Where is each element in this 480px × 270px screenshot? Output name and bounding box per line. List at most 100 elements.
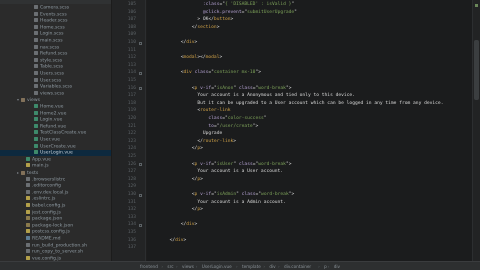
tree-file-item[interactable]: .eslintrc.js bbox=[0, 196, 111, 202]
fold-marker-icon[interactable] bbox=[139, 193, 142, 197]
tree-file-item[interactable]: README.md bbox=[0, 236, 111, 242]
code-token-txt: > bbox=[219, 55, 223, 61]
code-line[interactable]: <div class="container mx-10"> bbox=[181, 70, 261, 76]
tree-file-item[interactable]: Users.scss bbox=[0, 71, 111, 77]
code-editor[interactable]: :class="{ 'DISABLED' : isValid }" @click.… bbox=[147, 0, 472, 261]
file-icon bbox=[34, 18, 38, 23]
code-token-str: word-break bbox=[258, 161, 286, 167]
tree-file-item[interactable]: .env.dev.local.js bbox=[0, 189, 111, 196]
tree-file-item[interactable]: User.vue bbox=[0, 137, 111, 143]
code-line[interactable]: Upgrade bbox=[203, 131, 222, 137]
chevron-right-icon: › bbox=[195, 264, 198, 269]
code-line[interactable]: to="/user/create"> bbox=[208, 124, 258, 130]
breadcrumb-item[interactable]: src bbox=[167, 264, 173, 269]
tree-file-item[interactable]: Events.scss bbox=[0, 11, 111, 18]
tree-file-item[interactable]: User.scss bbox=[0, 77, 111, 84]
fold-marker-icon[interactable] bbox=[139, 223, 142, 227]
fold-marker-icon[interactable] bbox=[139, 163, 142, 167]
tree-file-item[interactable]: main.scss bbox=[0, 38, 111, 44]
code-line[interactable]: <p v-if="isAnon" class="word-break"> bbox=[192, 86, 292, 92]
code-line[interactable]: Your account is a Admin account. bbox=[197, 200, 286, 206]
tree-folder-item[interactable]: ▸ tests bbox=[0, 170, 111, 176]
breadcrumb-item[interactable]: views bbox=[182, 264, 194, 269]
tree-file-item[interactable]: Home2.vue bbox=[0, 110, 111, 117]
chevron-right-icon: › bbox=[176, 264, 178, 269]
tree-file-item[interactable]: Camera.scss bbox=[0, 5, 111, 11]
code-line[interactable]: Your account is a Anonymous and tied onl… bbox=[197, 93, 355, 99]
vue-icon bbox=[34, 137, 38, 141]
tree-item-label: Login.vue bbox=[40, 117, 63, 123]
tree-file-item[interactable]: Home.scss bbox=[0, 24, 111, 31]
code-line[interactable]: </p> bbox=[192, 177, 203, 183]
code-line[interactable]: </div> bbox=[181, 40, 198, 46]
tree-folder-item[interactable]: ▾ views bbox=[0, 97, 111, 103]
code-line[interactable]: </p> bbox=[192, 146, 203, 152]
fold-marker-icon[interactable] bbox=[139, 71, 142, 75]
tree-file-item[interactable]: run_copy_to_server.sh bbox=[0, 249, 111, 255]
scrollbar-thumb[interactable] bbox=[474, 40, 479, 100]
tree-file-item[interactable]: Variables.scss bbox=[0, 84, 111, 90]
tree-file-item[interactable]: package-lock.json bbox=[0, 222, 111, 229]
breadcrumb-item[interactable]: p bbox=[324, 264, 327, 269]
breadcrumb-item[interactable]: template bbox=[242, 264, 261, 269]
tree-file-item[interactable]: Home.vue bbox=[0, 104, 111, 110]
code-token-txt: "> bbox=[255, 70, 261, 76]
breadcrumb-item[interactable]: div bbox=[334, 264, 340, 269]
tree-file-item[interactable]: nav.scss bbox=[0, 44, 111, 51]
code-line[interactable]: But it can be upgraded to a User account… bbox=[197, 101, 443, 107]
tree-file-item[interactable]: main.js bbox=[0, 163, 111, 169]
tree-item-label: Camera.scss bbox=[40, 5, 70, 11]
tree-file-item[interactable]: Login.vue bbox=[0, 117, 111, 123]
tree-item-label: Home2.vue bbox=[40, 111, 67, 117]
line-number: 108 bbox=[127, 24, 136, 30]
breadcrumb-item[interactable]: frontend bbox=[140, 264, 158, 269]
code-token-tag: div bbox=[186, 222, 195, 228]
code-line[interactable]: > OK</button> bbox=[197, 17, 233, 23]
fold-marker-icon[interactable] bbox=[139, 87, 142, 91]
code-line[interactable]: </section> bbox=[192, 25, 220, 31]
code-token-attr: :class bbox=[202, 2, 220, 7]
tree-item-label: package-lock.json bbox=[32, 223, 74, 229]
fold-marker-icon[interactable] bbox=[139, 41, 142, 45]
line-number: 106 bbox=[127, 9, 136, 15]
project-tree[interactable]: Camera.scss Events.scss Header.scss Home.sc… bbox=[0, 0, 112, 261]
code-line[interactable]: <p v-if="isUser" class="word-break"> bbox=[192, 162, 292, 168]
tree-file-item[interactable]: views.scss bbox=[0, 90, 111, 97]
tree-file-item[interactable]: Header.scss bbox=[0, 18, 111, 24]
code-line[interactable]: Your account is a User account. bbox=[197, 169, 283, 175]
code-token-str: isAnon bbox=[216, 85, 234, 91]
code-line[interactable]: :class="{ 'DISABLED' : isValid }" bbox=[203, 2, 294, 8]
tree-file-item[interactable]: .editorconfig bbox=[0, 183, 111, 189]
tree-file-item[interactable]: UserCreate.vue bbox=[0, 143, 111, 150]
tree-file-item[interactable]: UserLogin.vue bbox=[0, 150, 111, 157]
tree-file-item[interactable]: Refund.scss bbox=[0, 51, 111, 57]
line-number: 114 bbox=[127, 70, 136, 76]
breadcrumb-item[interactable]: div.container bbox=[284, 264, 311, 269]
code-line[interactable]: </div> bbox=[170, 238, 187, 244]
editor-scrollbar[interactable] bbox=[472, 0, 480, 261]
tree-file-item[interactable]: jest.config.js bbox=[0, 209, 111, 216]
code-line[interactable]: @click.prevent="submitUserUpgrade" bbox=[203, 10, 297, 16]
tree-file-item[interactable]: Refund.vue bbox=[0, 123, 111, 130]
tree-file-item[interactable]: Login.scss bbox=[0, 31, 111, 37]
code-line[interactable]: </div> bbox=[181, 222, 198, 228]
tree-file-item[interactable]: TestClassCreate.vue bbox=[0, 130, 111, 136]
tree-file-item[interactable]: postcss.config.js bbox=[0, 229, 111, 235]
code-token-tag: modal bbox=[205, 55, 220, 61]
tree-file-item[interactable]: package.json bbox=[0, 216, 111, 222]
code-line[interactable]: <router-link bbox=[197, 108, 230, 114]
code-line[interactable]: <modal></modal> bbox=[181, 55, 223, 61]
tree-file-item[interactable]: Table.scss bbox=[0, 64, 111, 70]
breadcrumb-item[interactable]: div bbox=[269, 264, 275, 269]
code-line[interactable]: </router-link> bbox=[197, 139, 236, 145]
breadcrumb-item[interactable]: UserLogin.vue bbox=[202, 264, 232, 269]
tree-item-label: package.json bbox=[32, 216, 63, 222]
tree-file-item[interactable]: babel.config.js bbox=[0, 203, 111, 209]
tree-file-item[interactable]: .browserslistrc bbox=[0, 176, 111, 183]
code-line[interactable]: class="color-success" bbox=[208, 116, 266, 122]
tree-file-item[interactable]: run_build_production.sh bbox=[0, 242, 111, 249]
code-line[interactable]: <p v-if="isAdmin" class="word-break"> bbox=[192, 192, 295, 198]
code-line[interactable]: </p> bbox=[192, 207, 203, 213]
tree-file-item[interactable]: style.scss bbox=[0, 57, 111, 64]
tree-file-item[interactable]: App.vue bbox=[0, 156, 111, 163]
